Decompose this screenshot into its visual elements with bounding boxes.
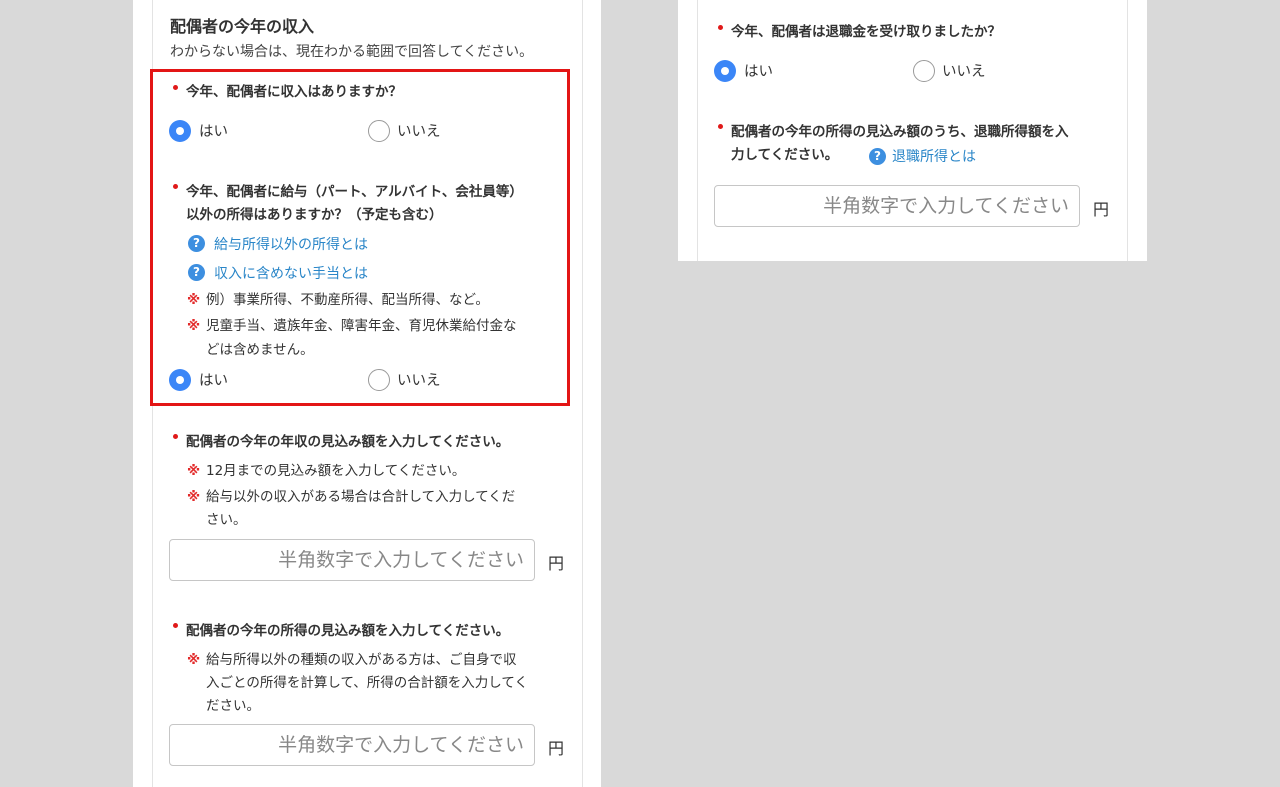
note-excluded-line2: どは含めません。 xyxy=(206,342,314,358)
link-non-salary-income[interactable]: 給与所得以外の所得とは xyxy=(214,234,368,254)
question-retirement-income-line2: 力してください。 xyxy=(731,147,839,163)
annual-income-input[interactable] xyxy=(169,539,535,581)
note-annual-3: さい。 xyxy=(206,512,247,528)
required-marker xyxy=(173,623,178,628)
radio-label-yes[interactable]: はい xyxy=(744,60,773,81)
note-mark-icon: ※ xyxy=(187,318,201,334)
section-subtitle: わからない場合は、現在わかる範囲で回答してください。 xyxy=(170,44,534,60)
yen-unit: 円 xyxy=(548,739,565,758)
note-annual-2: 給与以外の収入がある場合は合計して入力してくだ xyxy=(206,489,516,505)
yen-unit: 円 xyxy=(1093,200,1110,219)
required-marker xyxy=(173,434,178,439)
question-retirement-allowance: 今年、配偶者は退職金を受け取りましたか？ xyxy=(731,24,1001,40)
radio-retirement-yes[interactable] xyxy=(714,60,736,82)
note-excluded-line1: 児童手当、遺族年金、障害年金、育児休業給付金な xyxy=(206,318,517,334)
note-annual-1: 12月までの見込み額を入力してください。 xyxy=(206,463,466,479)
note-income-1: 給与所得以外の種類の収入がある方は、ご自身で収 xyxy=(206,652,517,668)
link-retirement-income[interactable]: 退職所得とは xyxy=(892,146,976,166)
left-column-border-right xyxy=(582,0,583,787)
help-icon[interactable]: ? xyxy=(188,235,205,252)
question-expected-income: 配偶者の今年の所得の見込み額を入力してください。 xyxy=(186,623,510,639)
note-income-3: ださい。 xyxy=(206,698,260,714)
note-mark-icon: ※ xyxy=(187,489,201,505)
radio-other-income-yes[interactable] xyxy=(169,369,191,391)
radio-other-income-no[interactable] xyxy=(368,369,390,391)
help-icon[interactable]: ? xyxy=(869,148,886,165)
question-annual-income: 配偶者の今年の年収の見込み額を入力してください。 xyxy=(186,434,510,450)
note-income-2: 入ごとの所得を計算して、所得の合計額を入力してく xyxy=(206,675,528,691)
radio-has-income-yes[interactable] xyxy=(169,120,191,142)
note-mark-icon: ※ xyxy=(187,652,201,668)
radio-has-income-no[interactable] xyxy=(368,120,390,142)
radio-label-no[interactable]: いいえ xyxy=(397,369,441,390)
right-column-border-left xyxy=(697,0,698,261)
question-retirement-income-line1: 配偶者の今年の所得の見込み額のうち、退職所得額を入 xyxy=(731,124,1069,140)
help-icon[interactable]: ? xyxy=(188,264,205,281)
radio-label-yes[interactable]: はい xyxy=(199,120,228,141)
expected-income-input[interactable] xyxy=(169,724,535,766)
question-has-income: 今年、配偶者に収入はありますか？ xyxy=(186,84,402,100)
radio-retirement-no[interactable] xyxy=(913,60,935,82)
radio-label-no[interactable]: いいえ xyxy=(397,120,441,141)
retirement-income-input[interactable] xyxy=(714,185,1080,227)
note-mark-icon: ※ xyxy=(187,463,201,479)
link-excluded-allowances[interactable]: 収入に含めない手当とは xyxy=(214,263,368,283)
required-marker xyxy=(173,85,178,90)
section-title: 配偶者の今年の収入 xyxy=(170,17,315,36)
question-other-income-line1: 今年、配偶者に給与（パート、アルバイト、会社員等） xyxy=(186,184,523,200)
note-mark-icon: ※ xyxy=(187,292,201,308)
radio-label-yes[interactable]: はい xyxy=(199,369,228,390)
required-marker xyxy=(173,184,178,189)
question-other-income-line2: 以外の所得はありますか？（予定も含む） xyxy=(186,207,443,223)
note-examples: 例）事業所得、不動産所得、配当所得、など。 xyxy=(206,292,489,308)
required-marker xyxy=(718,25,723,30)
radio-label-no[interactable]: いいえ xyxy=(942,60,986,81)
right-column-border-right xyxy=(1127,0,1128,261)
required-marker xyxy=(718,124,723,129)
yen-unit: 円 xyxy=(548,554,565,573)
